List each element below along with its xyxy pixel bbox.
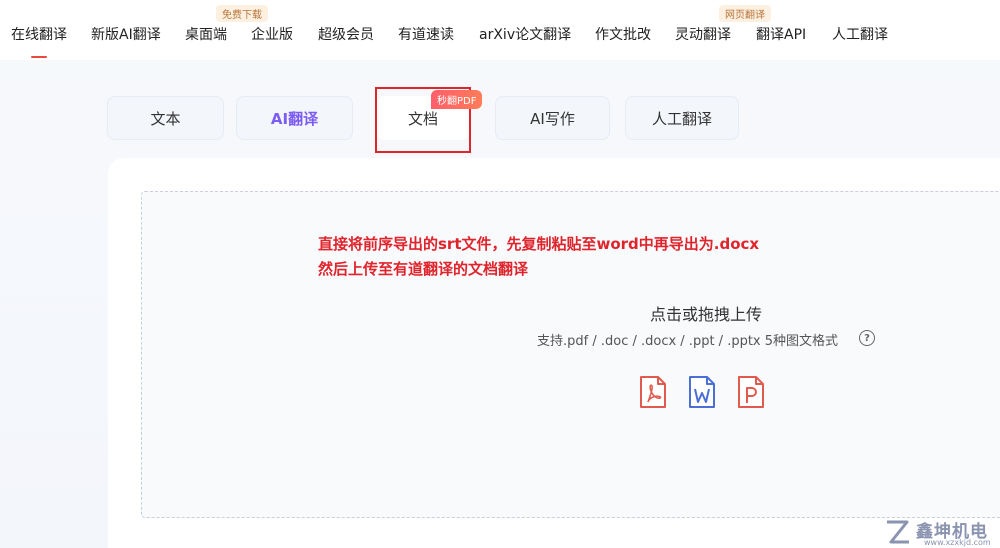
tab-ai-writing[interactable]: AI写作 [495,96,610,140]
nav-badge-web-translate: 网页翻译 [719,5,771,22]
nav-human-translate[interactable]: 人工翻译 [832,24,888,44]
ppt-file-icon [738,376,764,408]
annotation-line-1: 直接将前序导出的srt文件，先复制粘贴至word中再导出为.docx [318,235,760,253]
upload-formats: 支持.pdf / .doc / .docx / .ppt / .pptx 5种图… [537,334,839,349]
word-file-icon [689,376,715,408]
watermark-url: www.xzxkjd.com [924,538,991,547]
pdf-file-icon [640,376,666,408]
nav-enterprise[interactable]: 企业版 [251,24,293,44]
help-icon[interactable]: ? [859,330,875,346]
tab-badge-pdf: 秒翻PDF [431,90,483,109]
nav-essay-correction[interactable]: 作文批改 [595,24,651,44]
nav-translate-api[interactable]: 翻译API [756,24,806,44]
nav-desktop[interactable]: 桌面端 [185,24,227,44]
nav-speed-read[interactable]: 有道速读 [398,24,454,44]
tab-human-translate[interactable]: 人工翻译 [625,96,739,140]
tab-text[interactable]: 文本 [107,96,224,140]
nav-super-member[interactable]: 超级会员 [318,24,374,44]
nav-lingdong[interactable]: 灵动翻译 [675,24,731,44]
watermark-logo-icon [887,520,909,544]
nav-arxiv[interactable]: arXiv论文翻译 [479,24,571,44]
nav-online-translate[interactable]: 在线翻译 [11,24,67,58]
annotation-line-2: 然后上传至有道翻译的文档翻译 [318,260,529,278]
top-navigation: 在线翻译 新版AI翻译 免费下载 桌面端 企业版 超级会员 有道速读 arXiv… [0,0,1000,60]
tab-ai-translate[interactable]: AI翻译 [236,96,353,140]
nav-badge-free-download: 免费下载 [216,5,268,22]
watermark: 鑫坤机电 www.xzxkjd.com [884,517,1000,548]
upload-title: 点击或拖拽上传 [649,305,762,324]
nav-new-ai-translate[interactable]: 新版AI翻译 [91,24,161,44]
